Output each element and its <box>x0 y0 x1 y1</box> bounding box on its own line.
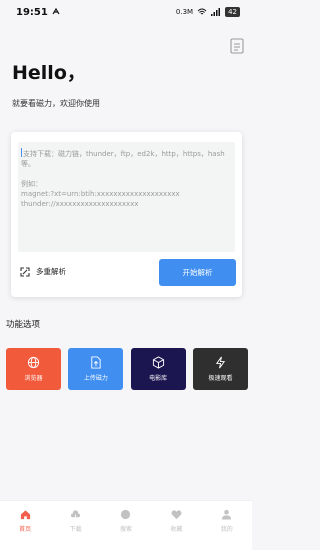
text-caret <box>21 148 22 157</box>
battery-indicator: 42 <box>225 7 240 17</box>
status-bar: 19:51 0.3M 42 <box>0 0 252 24</box>
features-section-title: 功能选项 <box>6 320 41 330</box>
cube-icon <box>152 356 164 369</box>
lightning-icon <box>215 356 226 369</box>
feature-label: 上传磁力 <box>83 375 108 382</box>
signal-icon <box>211 8 221 16</box>
feature-label: 电影库 <box>149 375 168 382</box>
feature-browser[interactable]: 浏览器 <box>6 348 61 390</box>
tab-download[interactable]: 下载 <box>51 509 101 533</box>
globe-icon <box>27 356 40 369</box>
start-parse-button[interactable]: 开始解析 <box>159 259 236 286</box>
notification-icon <box>52 8 60 15</box>
tab-home[interactable]: 首页 <box>0 509 50 533</box>
status-right: 0.3M 42 <box>176 7 240 17</box>
page-subtitle: 就要看磁力，欢迎你使用 <box>12 99 100 108</box>
feature-label: 浏览器 <box>24 375 43 382</box>
user-icon <box>222 509 232 520</box>
tab-label: 首页 <box>19 526 32 533</box>
status-time: 19:51 <box>16 6 48 18</box>
tab-label: 搜索 <box>119 526 132 533</box>
expand-icon <box>20 266 30 277</box>
bottom-tab-bar: 首页 下载 搜索 收藏 我的 <box>0 500 252 550</box>
page-title: Hello， <box>12 62 86 84</box>
parse-card: 支持下载：磁力链，thunder，ftp，ed2k，http，https，has… <box>11 132 242 297</box>
multi-parse-label: 多重解析 <box>36 267 66 276</box>
feature-grid: 浏览器 上传磁力 电影库 极速观看 <box>6 348 248 390</box>
tab-label: 下载 <box>69 526 82 533</box>
link-input[interactable]: 支持下载：磁力链，thunder，ftp，ed2k，http，https，has… <box>18 142 235 252</box>
search-icon <box>121 509 131 520</box>
tab-label: 收藏 <box>170 526 183 533</box>
tab-profile[interactable]: 我的 <box>202 509 252 533</box>
multi-parse-toggle[interactable]: 多重解析 <box>20 266 66 277</box>
clipboard-icon[interactable] <box>230 38 244 54</box>
feature-label: 极速观看 <box>208 375 233 382</box>
file-upload-icon <box>91 356 101 369</box>
download-icon <box>70 510 81 520</box>
tab-favorites[interactable]: 收藏 <box>151 509 201 533</box>
status-left: 19:51 <box>16 7 60 18</box>
tab-search[interactable]: 搜索 <box>101 509 151 533</box>
feature-upload-magnet[interactable]: 上传磁力 <box>68 348 124 390</box>
wifi-icon <box>197 8 207 15</box>
feature-fast-watch[interactable]: 极速观看 <box>192 348 248 390</box>
home-icon <box>20 510 30 520</box>
feature-movie-library[interactable]: 电影库 <box>130 348 186 390</box>
tab-label: 我的 <box>220 526 233 533</box>
heart-icon <box>171 510 182 520</box>
link-input-placeholder: 支持下载：磁力链，thunder，ftp，ed2k，http，https，has… <box>21 150 225 208</box>
network-speed: 0.3M <box>175 8 194 16</box>
